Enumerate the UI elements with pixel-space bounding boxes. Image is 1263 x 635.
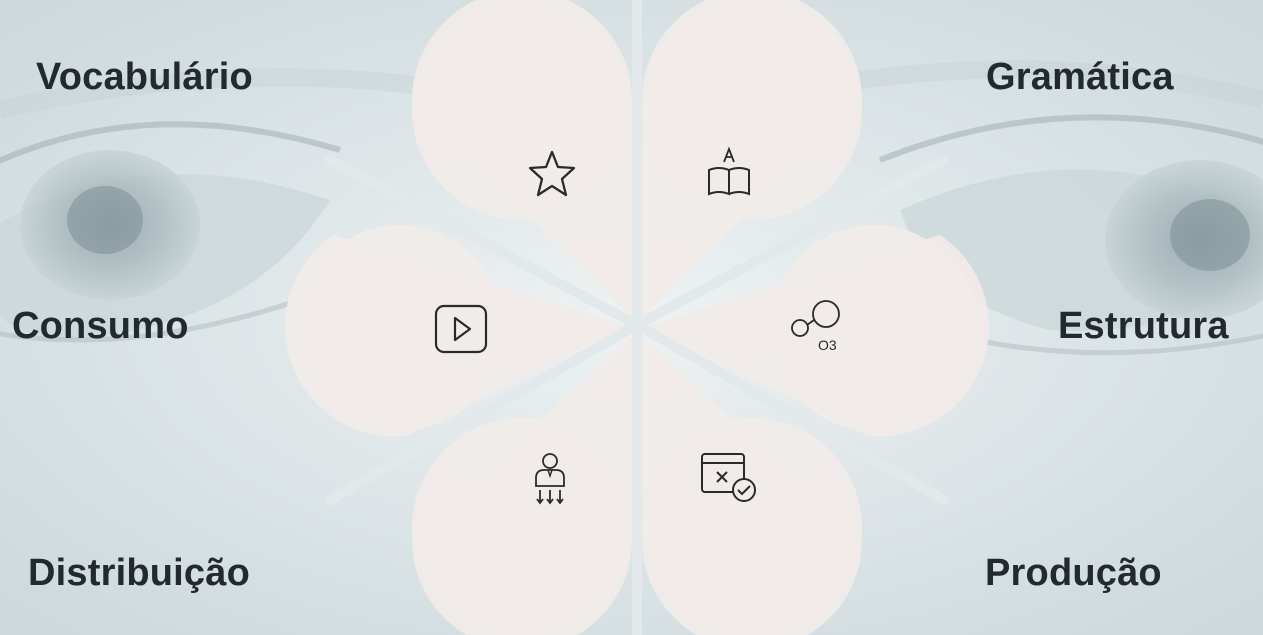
book-letter-icon (708, 146, 750, 196)
label-producao: Produção (985, 552, 1162, 594)
person-download-icon (535, 453, 565, 505)
ozone-molecule-icon: O3 (791, 300, 840, 353)
label-estrutura: Estrutura (1058, 305, 1229, 347)
label-vocabulario: Vocabulário (36, 56, 253, 98)
label-consumo: Consumo (12, 305, 189, 347)
play-icon (434, 304, 488, 354)
star-icon (528, 150, 576, 197)
label-gramatica: Gramática (986, 56, 1174, 98)
molecule-label: O3 (818, 337, 837, 353)
label-distribuicao: Distribuição (28, 552, 250, 594)
window-check-icon (701, 453, 756, 502)
